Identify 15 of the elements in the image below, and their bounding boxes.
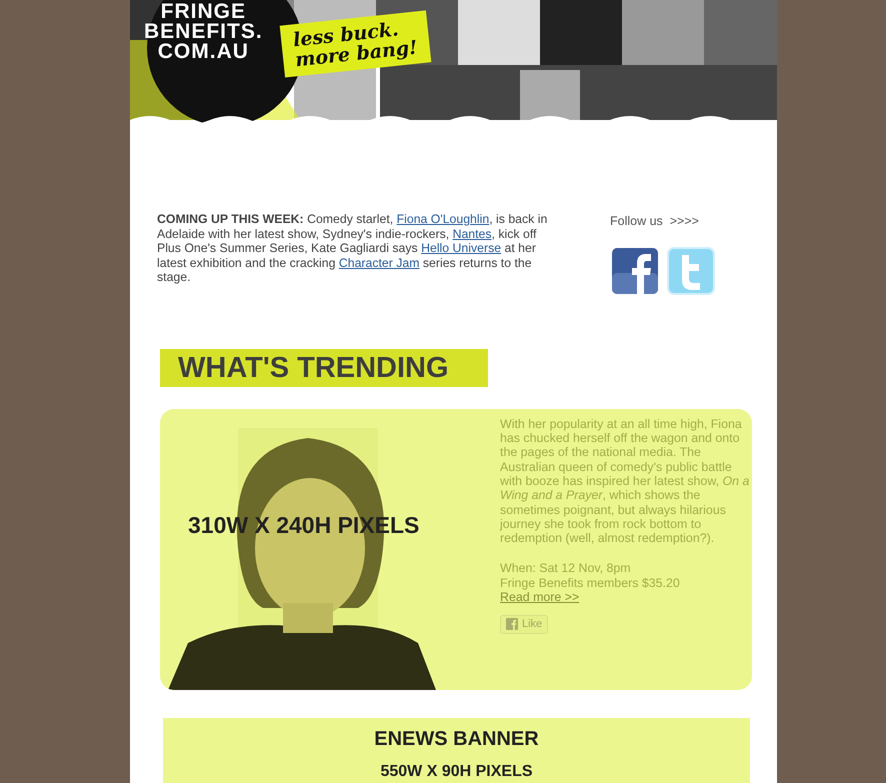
event-date: When: Sat 12 Nov, 8pm <box>500 561 632 576</box>
logo-text: FRINGE BENEFITS. COM.AU <box>144 2 263 62</box>
member-price: Fringe Benefits members $35.20 <box>500 576 681 590</box>
intro-paragraph: COMING UP THIS WEEK: Comedy starlet, Fiona O'Loughlin, is back in Adelaide with her latest show, Sydney's indie-rockers, Nantes, kick off Plus One's Summer Series, Kate Gagliardi says Hello Universe at her latest exhibition and the cracking Character Jam series returns to the stage. <box>157 212 548 286</box>
text-link[interactable]: Hello Universe <box>421 241 502 256</box>
text-link[interactable]: Nantes <box>452 226 492 241</box>
follow-label: Follow us >>>> <box>610 213 699 230</box>
facebook-icon <box>506 618 518 630</box>
text-link[interactable]: Character Jam <box>338 256 420 270</box>
banner-size: 550W X 90H PIXELS <box>379 762 534 782</box>
section-heading: WHAT'S TRENDING <box>160 348 488 387</box>
text-link[interactable]: Fiona O'Loughlin <box>396 212 490 226</box>
facebook-icon[interactable] <box>611 246 659 295</box>
feature-description: With her popularity at an all time high, Fiona has chucked herself off the wagon and onto the pages of the national media. The Australian queen of comedy's public battle with booze has inspired her latest show, On a Wing and a Prayer, which shows the sometimes poignant, but always hilarious journey she took from rock bottom to redemption (well, almost redemption?). <box>500 416 750 546</box>
banner-title: ENEWS BANNER <box>373 726 540 752</box>
